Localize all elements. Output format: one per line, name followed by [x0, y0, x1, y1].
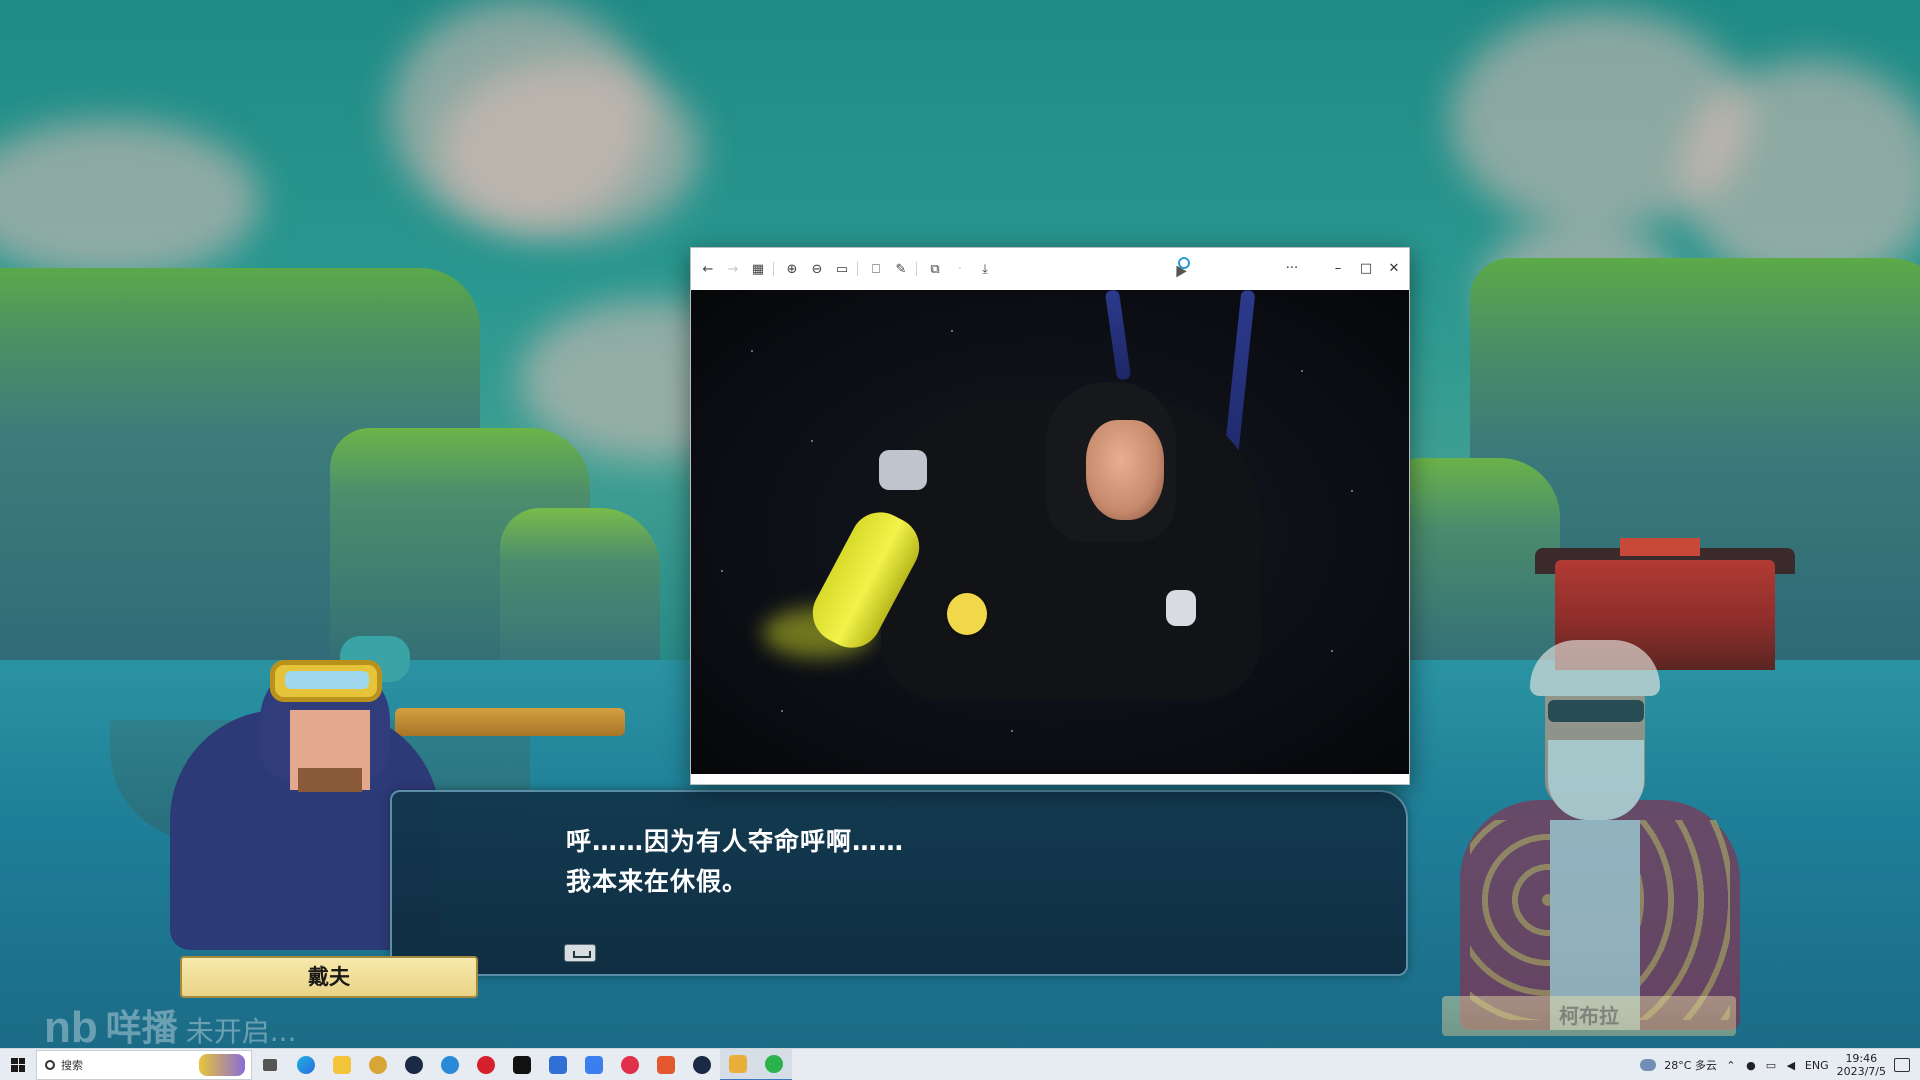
- watermark-logo: nb: [44, 1003, 98, 1049]
- start-button[interactable]: [0, 1049, 36, 1080]
- fit-icon[interactable]: ▭: [831, 258, 853, 280]
- dialogue-line: 呼……因为有人夺命呼啊……: [566, 827, 905, 856]
- windows-logo-icon: [11, 1057, 25, 1072]
- dialogue-line: 我本来在休假。: [566, 867, 749, 896]
- notification-icon[interactable]: [1894, 1058, 1910, 1072]
- delete-icon[interactable]: ·: [949, 258, 971, 280]
- sushi-bar-sign: [1620, 538, 1700, 556]
- save-icon[interactable]: ⤓: [974, 258, 996, 280]
- speck: [951, 330, 953, 332]
- app-yellow-icon[interactable]: [720, 1048, 756, 1080]
- zoom-in-icon[interactable]: ⊕: [781, 258, 803, 280]
- search-placeholder: 搜索: [61, 1058, 83, 1072]
- more-options-button[interactable]: ···: [1281, 258, 1303, 278]
- speaker-name-plate: 戴夫: [180, 956, 478, 998]
- record-icon[interactable]: [612, 1049, 648, 1080]
- cobra-hair: [1530, 640, 1660, 696]
- edge-icon[interactable]: [288, 1049, 324, 1080]
- app-k-icon[interactable]: [540, 1049, 576, 1080]
- minimize-button[interactable]: –: [1327, 258, 1349, 278]
- diver-face: [1086, 420, 1164, 520]
- steam-icon[interactable]: [396, 1049, 432, 1080]
- speck: [781, 710, 783, 712]
- back-icon[interactable]: ←: [697, 258, 719, 280]
- clock-date: 2023/7/5: [1836, 1065, 1886, 1078]
- photo-viewer-window: ← → ▦ ⊕ ⊖ ▭ ⎕ ✎ ⧉ · ⤓ ··· – □ ✕: [690, 247, 1410, 785]
- zoom-out-icon[interactable]: ⊖: [806, 258, 828, 280]
- speck: [721, 570, 723, 572]
- weather-icon[interactable]: [1640, 1059, 1657, 1071]
- task-view-icon[interactable]: [252, 1049, 288, 1080]
- toolbar-divider: [916, 262, 917, 276]
- taskbar-search[interactable]: 搜索: [36, 1049, 252, 1080]
- search-icon: [45, 1059, 55, 1070]
- speck: [1331, 650, 1333, 652]
- rotate-icon[interactable]: ⎕: [865, 258, 887, 280]
- language-indicator[interactable]: ENG: [1805, 1059, 1829, 1072]
- cloud: [1680, 60, 1920, 290]
- app-red-icon[interactable]: [648, 1049, 684, 1080]
- dialogue-text: 呼……因为有人夺命呼啊…… 我本来在休假。: [566, 822, 1326, 902]
- close-button[interactable]: ✕: [1383, 258, 1405, 278]
- system-tray: 28°C 多云 ⌃ ● ▭ ◀ ENG 19:46 2023/7/5: [1640, 1049, 1920, 1080]
- clock-time: 19:46: [1845, 1052, 1878, 1065]
- watermark-status: 未开启...: [185, 1015, 297, 1048]
- forward-icon[interactable]: →: [722, 258, 744, 280]
- steam-2-icon[interactable]: [684, 1049, 720, 1080]
- diver-hand: [1166, 590, 1196, 626]
- badge-icon: [944, 590, 990, 638]
- dave-mask: [270, 660, 382, 702]
- crop-icon[interactable]: ⧉: [924, 258, 946, 280]
- dialogue-box[interactable]: 呼……因为有人夺命呼啊…… 我本来在休假。: [390, 790, 1408, 976]
- volume-icon[interactable]: ◀: [1785, 1059, 1797, 1072]
- feishu-icon[interactable]: [576, 1049, 612, 1080]
- network-icon[interactable]: ▭: [1765, 1059, 1777, 1072]
- speck: [1351, 490, 1353, 492]
- cloud: [440, 60, 700, 240]
- app-blue-icon[interactable]: [432, 1049, 468, 1080]
- capcut-icon[interactable]: [504, 1049, 540, 1080]
- stream-watermark: nb 咩播 未开启...: [44, 996, 297, 1049]
- viewer-footer: [691, 774, 1409, 784]
- regulator: [879, 450, 927, 490]
- taskbar: 搜索 28°C 多云 ⌃ ● ▭ ◀ ENG 19:46 2023/7/5: [0, 1048, 1920, 1080]
- chevron-up-icon[interactable]: ⌃: [1725, 1059, 1737, 1072]
- space-key-icon[interactable]: [564, 944, 596, 962]
- cobra-beard: [1548, 740, 1644, 820]
- maximize-button[interactable]: □: [1355, 258, 1377, 278]
- clock[interactable]: 19:46 2023/7/5: [1837, 1052, 1886, 1078]
- cobra-character: [1430, 640, 1760, 1030]
- microphone-icon[interactable]: ●: [1745, 1059, 1757, 1072]
- speck: [811, 440, 813, 442]
- weather-text[interactable]: 28°C 多云: [1664, 1057, 1717, 1073]
- other-name-plate: 柯布拉: [1442, 996, 1736, 1036]
- dave-beard: [298, 768, 362, 792]
- search-highlight-icon: [199, 1053, 245, 1076]
- viewer-toolbar: ← → ▦ ⊕ ⊖ ▭ ⎕ ✎ ⧉ · ⤓ ··· – □ ✕: [691, 248, 1409, 290]
- cobra-sunglasses: [1548, 700, 1644, 722]
- rope: [1104, 290, 1132, 381]
- toolbar-divider: [857, 262, 858, 276]
- netease-music-icon[interactable]: [468, 1049, 504, 1080]
- file-explorer-icon[interactable]: [324, 1049, 360, 1080]
- gallery-icon[interactable]: ▦: [747, 258, 769, 280]
- toolbar-divider: [773, 262, 774, 276]
- speck: [751, 350, 753, 352]
- window-controls: ··· – □ ✕: [1281, 258, 1405, 278]
- wechat-icon[interactable]: [756, 1048, 792, 1080]
- speck: [1301, 370, 1303, 372]
- game-app-icon[interactable]: [360, 1049, 396, 1080]
- cloud: [0, 120, 260, 280]
- watermark-brand: 咩播: [105, 1008, 178, 1048]
- scuba-diver-photo: [691, 290, 1409, 774]
- mask-lens: [285, 671, 369, 689]
- edit-icon[interactable]: ✎: [890, 258, 912, 280]
- speck: [1011, 730, 1013, 732]
